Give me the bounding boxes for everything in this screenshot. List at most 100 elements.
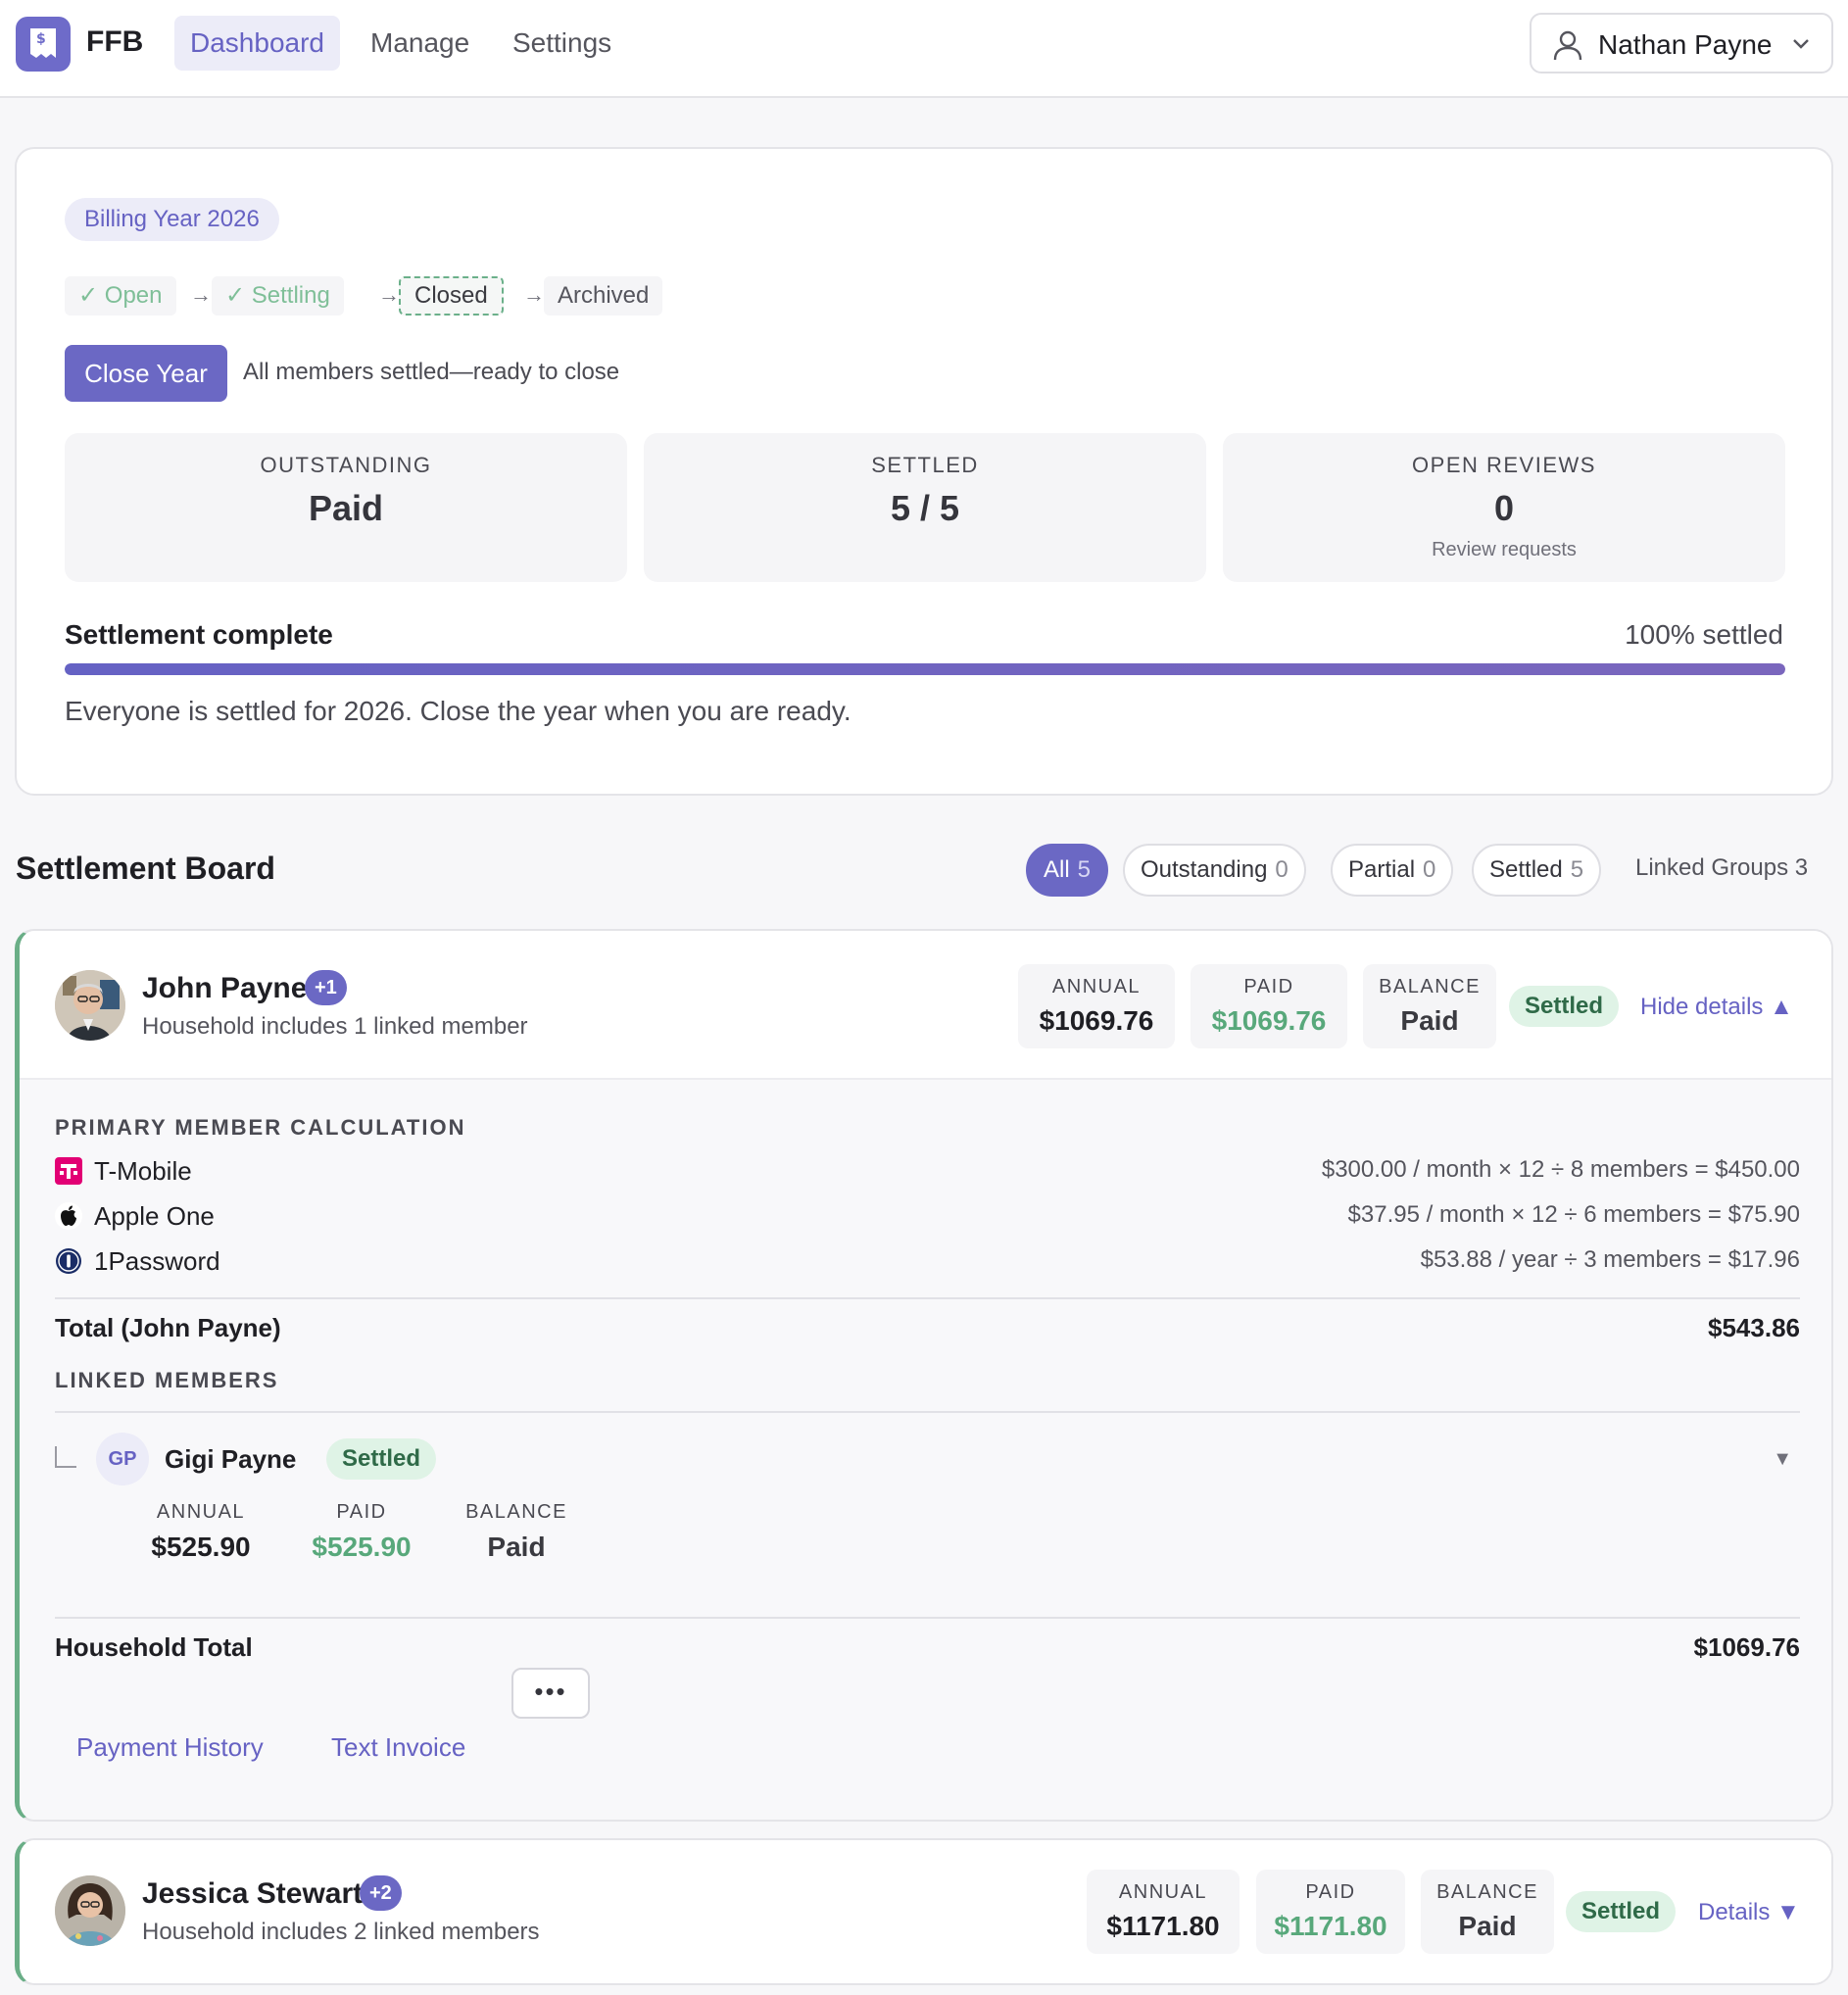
- filter-count: 0: [1423, 856, 1436, 883]
- divider: [55, 1297, 1800, 1299]
- household-total-label: Household Total: [55, 1632, 253, 1662]
- stat-label: BALANCE: [465, 1501, 567, 1523]
- receipt-icon: $: [30, 28, 56, 58]
- linked-paid-stat: PAID $525.90: [298, 1501, 425, 1563]
- paid-value: $1171.80: [1274, 1911, 1387, 1941]
- stat-open-reviews[interactable]: OPEN REVIEWS 0 Review requests: [1223, 433, 1785, 582]
- linked-groups-link[interactable]: Linked Groups 3: [1635, 854, 1808, 882]
- member-name: John Payne: [142, 972, 308, 1004]
- filter-label: Partial: [1348, 856, 1416, 883]
- text-invoice-link[interactable]: Text Invoice: [331, 1732, 465, 1763]
- stage-settling: ✓ Settling: [212, 276, 344, 316]
- linked-member-name[interactable]: Gigi Payne: [165, 1444, 296, 1475]
- filter-outstanding[interactable]: Outstanding 0: [1123, 844, 1306, 897]
- filter-label: Settled: [1489, 856, 1563, 883]
- paid-value: $1069.76: [1211, 1005, 1327, 1036]
- stat-value: Paid: [308, 488, 384, 528]
- annual-value: $525.90: [151, 1532, 251, 1562]
- stat-label: SETTLED: [871, 453, 979, 477]
- payment-history-link[interactable]: Payment History: [76, 1732, 264, 1763]
- arrow-right-icon: →: [523, 282, 545, 307]
- balance-stat: BALANCE Paid: [1363, 964, 1496, 1048]
- status-badge: Settled: [326, 1438, 437, 1480]
- service-name: T-Mobile: [94, 1156, 192, 1186]
- section-label: LINKED MEMBERS: [55, 1368, 279, 1392]
- member-name: Jessica Stewart: [142, 1877, 364, 1910]
- stat-label: PAID: [1243, 976, 1294, 998]
- tree-connector: [55, 1446, 76, 1468]
- stat-outstanding: OUTSTANDING Paid: [65, 433, 627, 582]
- annual-stat: ANNUAL $1069.76: [1018, 964, 1175, 1048]
- avatar: [55, 1875, 125, 1946]
- stat-label: ANNUAL: [1118, 1881, 1208, 1903]
- apple-icon: [55, 1202, 82, 1230]
- stat-label: BALANCE: [1436, 1881, 1538, 1903]
- balance-stat: BALANCE Paid: [1421, 1870, 1554, 1954]
- filter-partial[interactable]: Partial 0: [1331, 844, 1454, 897]
- expand-caret-icon[interactable]: ▼: [1773, 1448, 1792, 1471]
- filter-settled[interactable]: Settled 5: [1472, 844, 1602, 897]
- t-mobile-icon: [55, 1157, 82, 1185]
- status-badge: Settled: [1566, 1891, 1677, 1932]
- member-details: PRIMARY MEMBER CALCULATION T-Mobile $300…: [20, 1080, 1831, 1820]
- status-badge: Settled: [1509, 986, 1620, 1027]
- household-total-value: $1069.76: [1693, 1632, 1800, 1662]
- member-total-label: Total (John Payne): [55, 1313, 281, 1342]
- paid-stat: PAID $1069.76: [1191, 964, 1347, 1048]
- more-options-button[interactable]: •••: [511, 1668, 590, 1719]
- show-details-toggle[interactable]: Details ▼: [1698, 1899, 1800, 1926]
- stat-label: OPEN REVIEWS: [1412, 453, 1596, 477]
- avatar: GP: [96, 1433, 149, 1485]
- progress-percent: 100% settled: [1625, 619, 1783, 650]
- filter-count: 5: [1570, 856, 1584, 883]
- app-logo[interactable]: $: [16, 17, 71, 72]
- filter-all[interactable]: All 5: [1026, 844, 1109, 897]
- nav-tab-settings[interactable]: Settings: [497, 16, 627, 71]
- stage-archived: Archived: [544, 276, 663, 316]
- avatar-photo: [55, 970, 125, 1041]
- user-menu-button[interactable]: Nathan Payne: [1530, 13, 1833, 73]
- stat-label: OUTSTANDING: [260, 453, 432, 477]
- user-icon: [1553, 30, 1582, 61]
- linked-balance-stat: BALANCE Paid: [453, 1501, 580, 1563]
- annual-stat: ANNUAL $1171.80: [1087, 1870, 1240, 1954]
- top-nav: $ FFB Dashboard Manage Settings Nathan P…: [0, 0, 1848, 98]
- service-calc: $53.88 / year ÷ 3 members = $17.96: [1420, 1246, 1800, 1273]
- service-name: Apple One: [94, 1201, 215, 1231]
- paid-stat: PAID $1171.80: [1256, 1870, 1405, 1954]
- stat-value: 5 / 5: [890, 488, 960, 528]
- service-calc: $300.00 / month × 12 ÷ 8 members = $450.…: [1321, 1156, 1800, 1183]
- close-year-button[interactable]: Close Year: [65, 345, 227, 402]
- stat-value: 0: [1493, 488, 1515, 528]
- avatar: [55, 970, 125, 1041]
- svg-text:$: $: [36, 31, 46, 47]
- linked-count-badge: +2: [360, 1875, 402, 1911]
- close-year-note: All members settled—ready to close: [243, 359, 620, 385]
- member-card: John Payne +1 Household includes 1 linke…: [15, 929, 1833, 1822]
- member-card: Jessica Stewart +2 Household includes 2 …: [15, 1838, 1833, 1985]
- billing-year-card: Billing Year 2026 ✓ Open → ✓ Settling → …: [15, 147, 1833, 796]
- stat-label: PAID: [1305, 1881, 1356, 1903]
- balance-value: Paid: [1458, 1911, 1517, 1941]
- linked-annual-stat: ANNUAL $525.90: [137, 1501, 265, 1563]
- divider: [55, 1411, 1800, 1413]
- progress-bar-fill: [65, 663, 1785, 675]
- settlement-board-title: Settlement Board: [16, 851, 275, 886]
- stat-label: ANNUAL: [1051, 976, 1142, 998]
- user-name: Nathan Payne: [1598, 29, 1773, 60]
- section-label: PRIMARY MEMBER CALCULATION: [55, 1115, 466, 1140]
- billing-year-badge: Billing Year 2026: [65, 198, 279, 241]
- nav-tab-dashboard[interactable]: Dashboard: [174, 16, 340, 71]
- filter-label: Outstanding: [1141, 856, 1268, 883]
- balance-value: Paid: [1400, 1005, 1459, 1036]
- 1password-icon: [56, 1248, 81, 1274]
- member-card-header[interactable]: Jessica Stewart +2 Household includes 2 …: [20, 1840, 1831, 1983]
- nav-tab-manage[interactable]: Manage: [355, 16, 485, 71]
- hide-details-toggle[interactable]: Hide details ▲: [1640, 994, 1793, 1021]
- member-subtitle: Household includes 2 linked members: [142, 1919, 540, 1945]
- progress-note: Everyone is settled for 2026. Close the …: [65, 696, 851, 726]
- filter-label: All: [1044, 856, 1070, 883]
- member-card-header[interactable]: John Payne +1 Household includes 1 linke…: [20, 931, 1831, 1080]
- brand-name[interactable]: FFB: [86, 25, 143, 59]
- arrow-right-icon: →: [190, 282, 212, 307]
